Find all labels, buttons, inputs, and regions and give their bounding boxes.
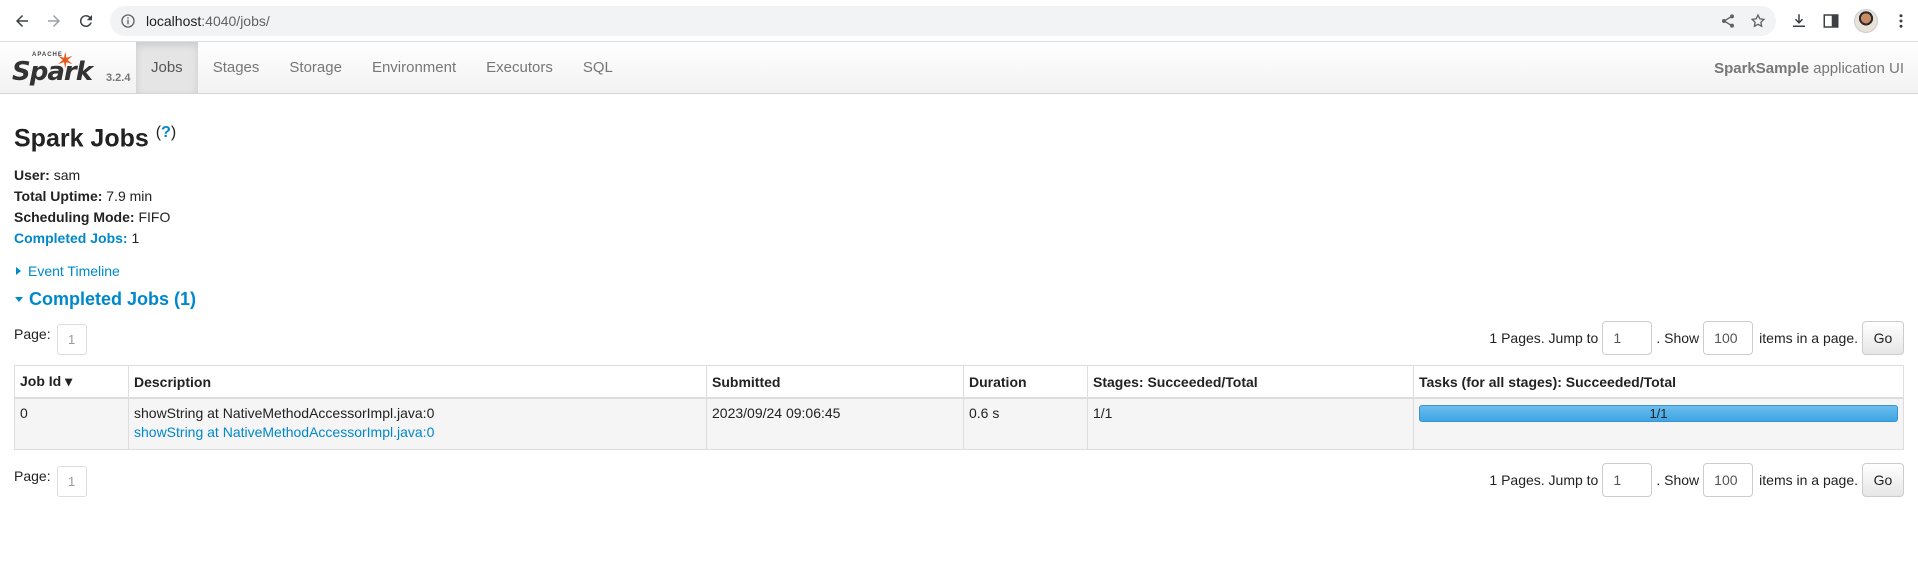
spark-navbar: APACHE Spark ✶ 3.2.4 Jobs Stages Storage… xyxy=(0,42,1918,94)
bookmark-star-icon[interactable] xyxy=(1750,12,1766,29)
col-tasks[interactable]: Tasks (for all stages): Succeeded/Total xyxy=(1413,365,1904,399)
share-icon[interactable] xyxy=(1720,13,1736,29)
tab-executors[interactable]: Executors xyxy=(471,42,568,93)
nav-tabs: Jobs Stages Storage Environment Executor… xyxy=(136,42,628,93)
cell-duration: 0.6 s xyxy=(963,397,1088,451)
help-link[interactable]: ? xyxy=(161,124,171,141)
spark-star-icon: ✶ xyxy=(56,47,75,73)
summary-user-label: User: xyxy=(14,167,50,184)
avatar[interactable] xyxy=(1854,8,1878,33)
side-panel-icon[interactable] xyxy=(1822,12,1840,30)
pager-left-bottom: Page: 1 xyxy=(14,462,87,498)
spark-version: 3.2.4 xyxy=(106,71,131,84)
address-bar[interactable]: localhost:4040/jobs/ xyxy=(110,5,1776,36)
go-button-bottom[interactable]: Go xyxy=(1862,462,1904,497)
tab-jobs[interactable]: Jobs xyxy=(136,42,198,93)
completed-jobs-table: Job Id ▾ Description Submitted Duration … xyxy=(14,365,1904,451)
page-label: Page: xyxy=(14,325,51,342)
more-menu-icon[interactable] xyxy=(1892,12,1910,30)
col-stages[interactable]: Stages: Succeeded/Total xyxy=(1087,365,1414,399)
back-button[interactable] xyxy=(8,7,36,35)
pager-bottom: Page: 1 1 Pages. Jump to . Show items in… xyxy=(14,462,1904,498)
show-text: . Show xyxy=(1656,329,1700,346)
go-button[interactable]: Go xyxy=(1862,320,1904,355)
event-timeline-label: Event Timeline xyxy=(28,263,120,280)
page-number-button[interactable]: 1 xyxy=(56,324,87,356)
download-icon[interactable] xyxy=(1790,12,1808,30)
caret-down-icon xyxy=(15,297,23,303)
completed-jobs-link[interactable]: Completed Jobs: xyxy=(14,230,128,246)
summary-completed: Completed Jobs: 1 xyxy=(14,228,1904,249)
page-title: Spark Jobs (?) xyxy=(14,124,1904,153)
summary-mode-label: Scheduling Mode: xyxy=(14,209,135,226)
reload-button[interactable] xyxy=(72,7,100,35)
app-name-suffix: application UI xyxy=(1813,59,1904,77)
info-icon xyxy=(121,13,135,28)
col-description[interactable]: Description xyxy=(128,365,707,399)
reload-icon xyxy=(79,14,92,27)
col-submitted[interactable]: Submitted xyxy=(706,365,964,399)
cell-description: showString at NativeMethodAccessorImpl.j… xyxy=(128,397,707,451)
completed-jobs-header[interactable]: Completed Jobs (1) xyxy=(14,289,1904,310)
forward-button[interactable] xyxy=(40,7,68,35)
help-tooltip: (?) xyxy=(155,124,177,141)
cell-stages: 1/1 xyxy=(1087,397,1414,451)
browser-toolbar: localhost:4040/jobs/ xyxy=(0,0,1918,42)
tasks-progress-label: 1/1 xyxy=(1649,405,1668,421)
arrow-right-icon xyxy=(48,14,60,27)
cell-job-id: 0 xyxy=(14,397,129,451)
spark-logo-image: APACHE Spark ✶ xyxy=(12,47,93,88)
page-size-input[interactable] xyxy=(1703,320,1754,355)
page-number-button-bottom[interactable]: 1 xyxy=(56,466,87,498)
url-host: localhost xyxy=(146,12,202,29)
page-label-bottom: Page: xyxy=(14,467,51,484)
arrow-left-icon xyxy=(16,14,28,27)
pager-right-bottom: 1 Pages. Jump to . Show items in a page.… xyxy=(1489,462,1904,497)
summary-uptime: Total Uptime: 7.9 min xyxy=(14,186,1904,207)
app-name: SparkSample application UI xyxy=(1714,42,1904,94)
pager-left: Page: 1 xyxy=(14,320,87,356)
pager-right: 1 Pages. Jump to . Show items in a page.… xyxy=(1489,320,1904,355)
table-row: 0 showString at NativeMethodAccessorImpl… xyxy=(14,397,1904,451)
cell-submitted: 2023/09/24 09:06:45 xyxy=(706,397,964,451)
pages-text: 1 Pages. Jump to xyxy=(1489,329,1599,346)
col-job-id[interactable]: Job Id ▾ xyxy=(14,365,129,399)
tasks-progress-bar: 1/1 xyxy=(1419,404,1898,422)
jump-to-page-input-bottom[interactable] xyxy=(1602,462,1653,497)
main-content: Spark Jobs (?) User: sam Total Uptime: 7… xyxy=(0,124,1918,498)
description-link[interactable]: showString at NativeMethodAccessorImpl.j… xyxy=(134,424,701,440)
tab-storage[interactable]: Storage xyxy=(274,42,357,93)
logo-spark-text: Spark xyxy=(12,56,93,87)
tab-environment[interactable]: Environment xyxy=(357,42,471,93)
summary-user: User: sam xyxy=(14,165,1904,186)
jump-to-page-input[interactable] xyxy=(1602,320,1653,355)
completed-jobs-title: Completed Jobs (1) xyxy=(29,289,197,310)
spark-logo[interactable]: APACHE Spark ✶ 3.2.4 xyxy=(0,42,136,93)
summary-list: User: sam Total Uptime: 7.9 min Scheduli… xyxy=(14,165,1904,249)
summary-user-value: sam xyxy=(53,167,81,184)
cell-tasks: 1/1 xyxy=(1413,397,1904,451)
event-timeline-toggle[interactable]: Event Timeline xyxy=(14,263,1904,279)
page-size-input-bottom[interactable] xyxy=(1703,462,1754,497)
items-text: items in a page. xyxy=(1759,329,1858,346)
summary-mode: Scheduling Mode: FIFO xyxy=(14,207,1904,228)
page-title-text: Spark Jobs xyxy=(14,124,149,153)
col-duration[interactable]: Duration xyxy=(963,365,1088,399)
caret-right-icon xyxy=(16,267,21,276)
summary-completed-value: 1 xyxy=(131,230,140,247)
table-header-row: Job Id ▾ Description Submitted Duration … xyxy=(14,365,1904,399)
tab-stages[interactable]: Stages xyxy=(198,42,275,93)
items-text-bottom: items in a page. xyxy=(1759,471,1858,488)
description-text: showString at NativeMethodAccessorImpl.j… xyxy=(134,404,435,421)
pages-text-bottom: 1 Pages. Jump to xyxy=(1489,471,1599,488)
show-text-bottom: . Show xyxy=(1656,471,1700,488)
summary-uptime-label: Total Uptime: xyxy=(14,188,103,205)
summary-mode-value: FIFO xyxy=(138,209,171,226)
app-name-strong: SparkSample xyxy=(1714,59,1810,77)
pager-top: Page: 1 1 Pages. Jump to . Show items in… xyxy=(14,320,1904,356)
url-path: :4040/jobs/ xyxy=(201,12,270,29)
tab-sql[interactable]: SQL xyxy=(568,42,628,93)
summary-uptime-value: 7.9 min xyxy=(106,188,153,205)
